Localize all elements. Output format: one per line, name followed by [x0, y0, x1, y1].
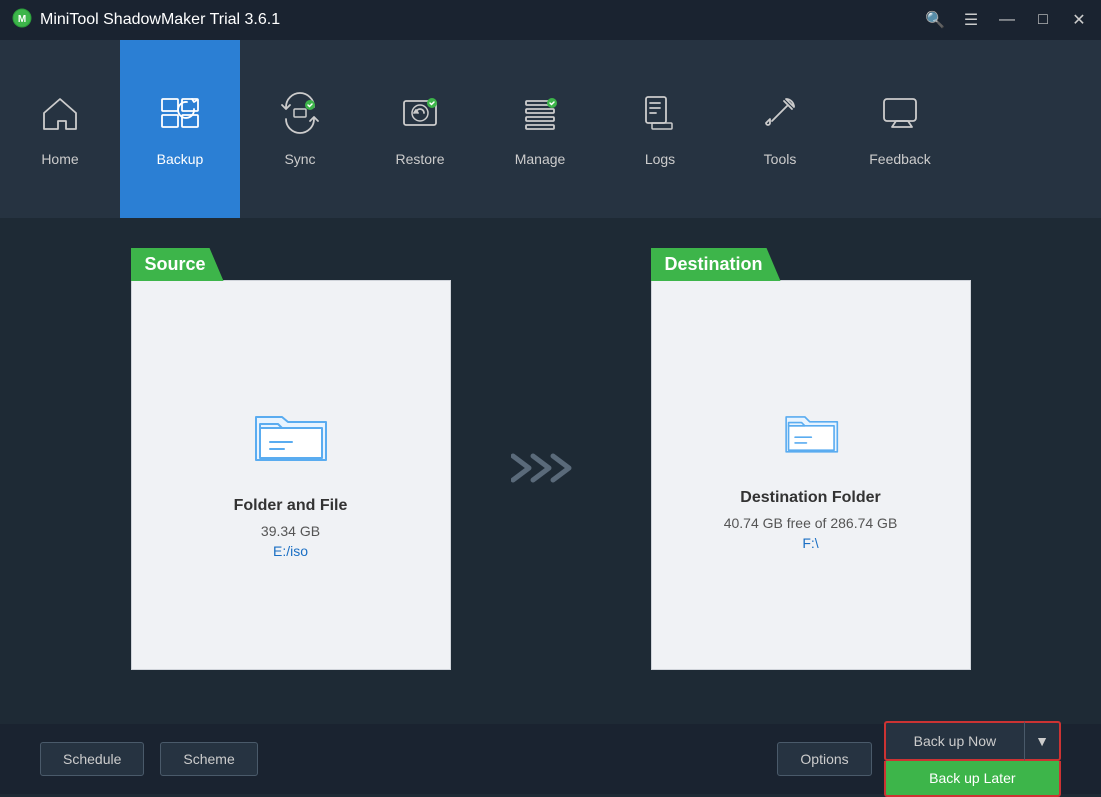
destination-path: F:\ [802, 535, 818, 551]
source-title: Folder and File [234, 497, 348, 515]
backup-later-button[interactable]: Back up Later [884, 761, 1061, 797]
close-icon[interactable]: ✕ [1069, 10, 1089, 30]
source-label: Source [131, 248, 224, 281]
sync-icon [278, 91, 322, 141]
maximize-icon[interactable]: □ [1033, 11, 1053, 29]
destination-label: Destination [651, 248, 781, 281]
nav-item-manage[interactable]: Manage [480, 40, 600, 218]
options-button[interactable]: Options [777, 742, 871, 776]
source-path: E:/iso [273, 543, 308, 559]
nav-item-logs[interactable]: Logs [600, 40, 720, 218]
backup-now-button[interactable]: Back up Now [884, 721, 1024, 761]
bottom-right: Options Back up Now ▼ Back up Later [777, 721, 1061, 797]
app-logo: M [12, 8, 32, 33]
minimize-icon[interactable]: — [997, 11, 1017, 29]
nav-item-tools[interactable]: Tools [720, 40, 840, 218]
schedule-button[interactable]: Schedule [40, 742, 144, 776]
feedback-icon [878, 91, 922, 141]
bottom-bar: Schedule Scheme Options Back up Now ▼ Ba… [0, 724, 1101, 794]
title-bar: M MiniTool ShadowMaker Trial 3.6.1 🔍 ☰ —… [0, 0, 1101, 40]
logs-icon [638, 91, 682, 141]
source-card[interactable]: Folder and File 39.34 GB E:/iso [131, 280, 451, 670]
title-bar-left: M MiniTool ShadowMaker Trial 3.6.1 [12, 8, 280, 33]
backup-now-row: Back up Now ▼ [884, 721, 1061, 761]
bottom-left: Schedule Scheme [40, 742, 258, 776]
home-icon [38, 91, 82, 141]
backup-icon [158, 91, 202, 141]
tools-icon [758, 91, 802, 141]
nav-item-feedback[interactable]: Feedback [840, 40, 960, 218]
backup-now-group: Back up Now ▼ Back up Later [884, 721, 1061, 797]
title-text: MiniTool ShadowMaker Trial 3.6.1 [40, 11, 280, 29]
destination-card-wrapper: Destination Destination Folder 40.74 GB … [651, 248, 971, 670]
source-card-wrapper: Source Folder and File 39.34 GB E:/iso [131, 248, 451, 670]
nav-item-restore[interactable]: Restore [360, 40, 480, 218]
arrow-area [511, 448, 591, 488]
destination-folder-icon [773, 399, 848, 469]
search-icon[interactable]: 🔍 [925, 10, 945, 30]
source-folder-icon [246, 392, 336, 477]
menu-icon[interactable]: ☰ [961, 10, 981, 30]
destination-title: Destination Folder [740, 489, 880, 507]
destination-card[interactable]: Destination Folder 40.74 GB free of 286.… [651, 280, 971, 670]
nav-item-sync[interactable]: Sync [240, 40, 360, 218]
nav-item-home[interactable]: Home [0, 40, 120, 218]
title-bar-controls: 🔍 ☰ — □ ✕ [925, 10, 1089, 30]
nav-bar: Home Backup [0, 40, 1101, 218]
restore-icon [398, 91, 442, 141]
destination-free-space: 40.74 GB free of 286.74 GB [724, 515, 898, 531]
nav-item-backup[interactable]: Backup [120, 40, 240, 218]
backup-now-dropdown-button[interactable]: ▼ [1024, 721, 1061, 761]
svg-text:M: M [18, 14, 26, 25]
manage-icon [518, 91, 562, 141]
scheme-button[interactable]: Scheme [160, 742, 257, 776]
main-content: Source Folder and File 39.34 GB E:/iso [0, 218, 1101, 724]
source-size: 39.34 GB [261, 523, 320, 539]
